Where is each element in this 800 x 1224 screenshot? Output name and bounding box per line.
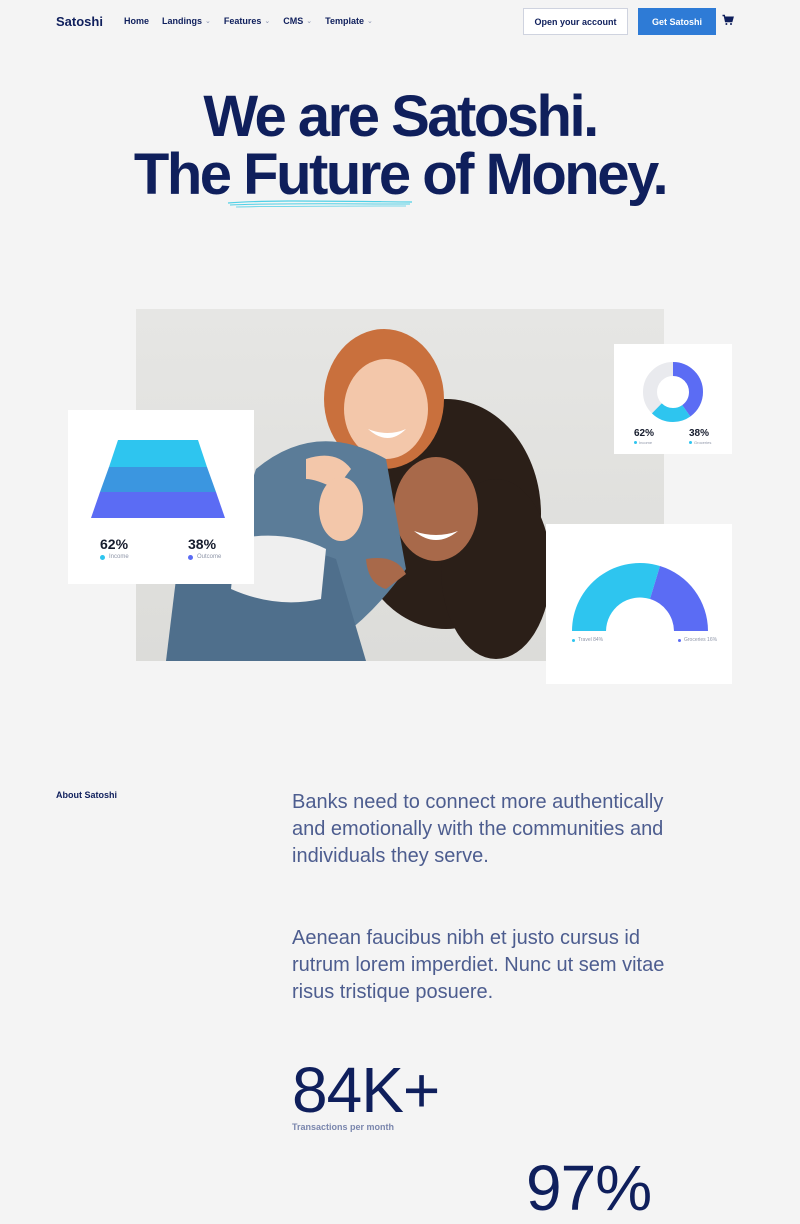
chevron-down-icon: ⌄ — [205, 18, 211, 25]
pyramid-chart-card: 62% 38% Income Outcome — [68, 410, 254, 584]
legend-label: Groceries — [694, 440, 712, 445]
legend-dot — [572, 638, 575, 642]
outcome-percent: 38% — [188, 536, 217, 552]
nav-item-features[interactable]: Features ⌄ — [224, 16, 270, 26]
nav-item-cms[interactable]: CMS ⌄ — [283, 16, 312, 26]
gauge-violet-segment — [650, 566, 708, 631]
donut-chart — [643, 362, 703, 422]
about-paragraph-2: Aenean faucibus nibh et justo cursus id … — [292, 927, 665, 1003]
donut-right-percent: 38% — [689, 428, 710, 439]
nav-label: CMS — [283, 16, 304, 26]
nav-label: Features — [223, 16, 262, 26]
income-percent: 62% — [100, 536, 129, 552]
donut-chart-card: 62% 38% Income Groceries — [614, 344, 732, 454]
hero-line-2-post: of Money. — [408, 142, 668, 207]
top-navbar: Satoshi Home Landings ⌄ Features ⌄ CMS ⌄… — [0, 0, 800, 44]
legend-label: Income — [109, 554, 129, 560]
donut-left-percent: 62% — [634, 428, 655, 439]
gauge-left-legend: Travel 84% — [572, 637, 603, 643]
chevron-down-icon: ⌄ — [367, 18, 373, 25]
legend-dot — [100, 554, 105, 560]
pyramid-bottom-segment — [91, 492, 225, 518]
nav-label: Template — [325, 16, 365, 26]
main-menu: Home Landings ⌄ Features ⌄ CMS ⌄ Templat… — [124, 16, 373, 26]
hero-title: We are Satoshi. The Future of Money. — [0, 88, 800, 204]
hero-underlined-word: Future — [243, 142, 411, 207]
legend-label: Travel 84% — [578, 637, 604, 643]
stat-transactions-value: 84K+ — [292, 1054, 440, 1126]
underline-scribble — [227, 200, 413, 208]
about-section-label: About Satoshi — [56, 790, 117, 800]
cart-icon[interactable] — [722, 14, 734, 26]
logo[interactable]: Satoshi — [56, 14, 103, 29]
outcome-legend: Outcome — [188, 554, 221, 560]
pyramid-chart — [91, 440, 225, 518]
legend-dot — [689, 441, 692, 444]
stat-second-value: 97% — [526, 1152, 652, 1224]
donut-left-legend: Income — [634, 440, 652, 445]
legend-dot — [188, 554, 193, 560]
nav-item-landings[interactable]: Landings ⌄ — [162, 16, 211, 26]
about-paragraph-1: Banks need to connect more authentically… — [292, 791, 664, 867]
chevron-down-icon: ⌄ — [306, 18, 313, 25]
donut-right-legend: Groceries — [689, 440, 711, 445]
gauge-chart-card: Travel 84% Groceries 16% — [546, 524, 732, 684]
chevron-down-icon: ⌄ — [264, 18, 271, 25]
gauge-right-legend: Groceries 16% — [678, 637, 717, 643]
legend-dot — [634, 441, 637, 444]
pyramid-top-segment — [109, 440, 207, 467]
open-account-button[interactable]: Open your account — [523, 8, 628, 35]
gauge-chart — [572, 562, 708, 631]
gauge-cyan-segment — [572, 562, 660, 631]
get-satoshi-button[interactable]: Get Satoshi — [638, 8, 716, 35]
nav-item-home[interactable]: Home — [124, 16, 149, 26]
income-legend: Income — [100, 554, 129, 560]
stat-transactions-label: Transactions per month — [292, 1122, 395, 1132]
hero-line-1: We are Satoshi. — [203, 84, 599, 149]
legend-label: Outcome — [197, 554, 222, 560]
legend-label: Income — [639, 440, 653, 445]
nav-label: Landings — [162, 16, 203, 26]
pyramid-middle-segment — [100, 467, 216, 492]
legend-dot — [678, 638, 681, 642]
nav-item-template[interactable]: Template ⌄ — [325, 16, 373, 26]
legend-label: Groceries 16% — [684, 637, 718, 643]
nav-label: Home — [124, 16, 150, 26]
